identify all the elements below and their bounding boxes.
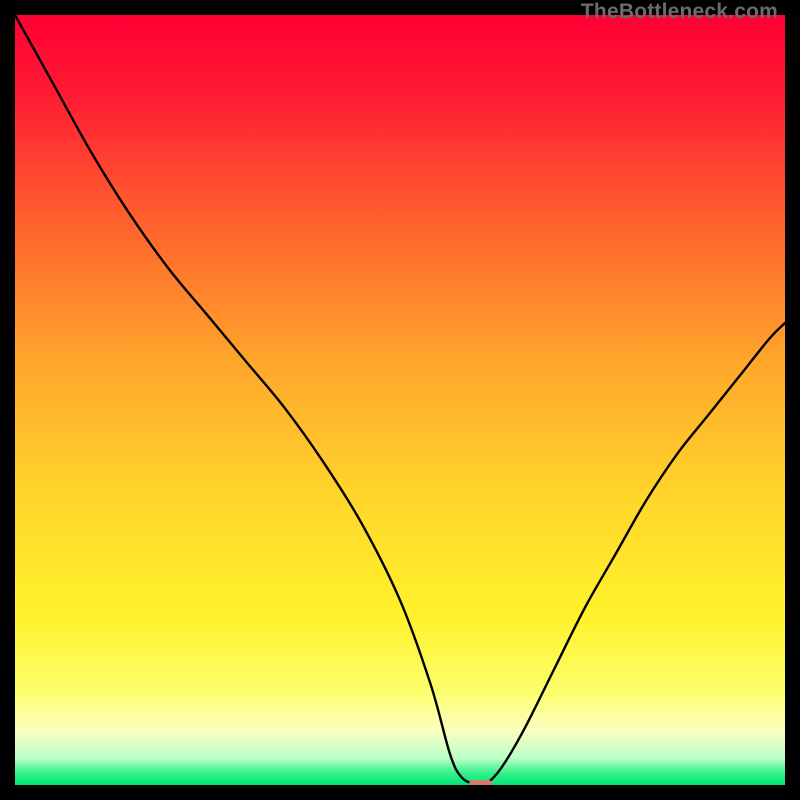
bottleneck-chart (15, 15, 785, 785)
chart-frame (15, 15, 785, 785)
gradient-background (15, 15, 785, 785)
optimal-marker (469, 780, 494, 785)
watermark-text: TheBottleneck.com (581, 0, 778, 24)
